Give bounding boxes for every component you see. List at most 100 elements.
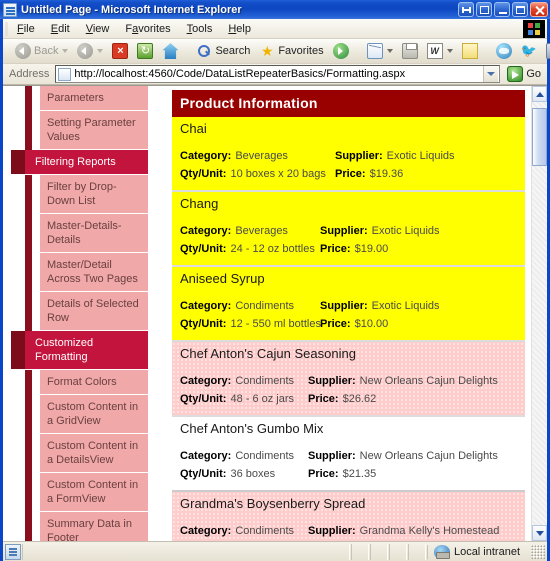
back-chevron-down-icon[interactable] xyxy=(62,49,69,53)
notes-icon xyxy=(461,43,478,59)
scrollbar-thumb[interactable] xyxy=(532,108,547,166)
product-name: Chai xyxy=(180,121,207,136)
menu-view[interactable]: View xyxy=(78,21,118,37)
sidebar-item-details-of-selected-row[interactable]: Details of Selected Row xyxy=(40,292,148,331)
bird-icon: 🐦 xyxy=(520,43,537,58)
menu-tools[interactable]: Tools xyxy=(179,21,221,37)
price-value: $10.00 xyxy=(354,318,389,330)
qty: Qty/Unit: 10 boxes x 20 bags xyxy=(180,166,335,182)
supplier-value: Exotic Liquids xyxy=(371,300,440,312)
qty-label: Qty/Unit: xyxy=(180,468,227,480)
category: Category: Beverages xyxy=(180,148,335,164)
mail-chevron-down-icon[interactable] xyxy=(386,49,393,53)
supplier-label: Supplier: xyxy=(320,300,368,312)
sidebar-item-custom-content-in-a-detailsview[interactable]: Custom Content in a DetailsView xyxy=(40,434,148,473)
category-value: Beverages xyxy=(235,225,288,237)
sidebar-item-summary-data-in-footer[interactable]: Summary Data in Footer xyxy=(40,512,148,541)
category-value: Condiments xyxy=(235,300,295,312)
go-label: Go xyxy=(526,68,541,80)
page-favicon-icon xyxy=(58,67,72,81)
forward-button[interactable] xyxy=(73,41,107,61)
product-row-qty-price: Qty/Unit: 10 boxes x 20 bags Price: $19.36 xyxy=(180,166,517,182)
sidebar-item-custom-content-in-a-formview[interactable]: Custom Content in a FormView xyxy=(40,473,148,512)
product-item: Chai Category: Beverages Supplier: Exotic Li… xyxy=(172,117,525,192)
forward-arrow-icon xyxy=(77,43,94,59)
window-buttons xyxy=(458,2,548,17)
stop-icon xyxy=(112,43,129,59)
favorites-button[interactable]: ★ Favorites xyxy=(255,41,327,61)
stop-button[interactable] xyxy=(108,41,132,61)
supplier-label: Supplier: xyxy=(308,375,356,387)
sidebar-item-parameters[interactable]: Parameters xyxy=(40,86,148,111)
media-button[interactable] xyxy=(329,41,353,61)
product-fields: Category: Condiments Supplier: New Orleans … xyxy=(180,373,517,407)
mail-button[interactable] xyxy=(363,41,397,61)
qty-label: Qty/Unit: xyxy=(180,393,227,405)
supplier-value: Exotic Liquids xyxy=(386,150,455,162)
search-button[interactable]: Search xyxy=(192,41,254,61)
window-button[interactable] xyxy=(476,2,492,17)
scroll-down-button[interactable] xyxy=(532,525,547,541)
forward-chevron-down-icon[interactable] xyxy=(97,49,104,53)
menu-file[interactable]: File xyxy=(9,21,43,37)
sidebar-item-filter-by-drop-down-list[interactable]: Filter by Drop-Down List xyxy=(40,175,148,214)
product-row-category-supplier: Category: Beverages Supplier: Exotic Liquid… xyxy=(180,148,517,164)
qty-value: 10 boxes x 20 bags xyxy=(230,168,326,180)
price-label: Price: xyxy=(308,468,339,480)
notes-button[interactable] xyxy=(458,41,482,61)
menu-bar: File Edit View Favorites Tools Help xyxy=(3,19,547,39)
supplier-label: Supplier: xyxy=(335,150,383,162)
edit-chevron-down-icon[interactable] xyxy=(446,49,453,53)
research-button[interactable] xyxy=(542,41,550,61)
qty-value: 12 - 550 ml bottles xyxy=(230,318,321,330)
price-value: $19.36 xyxy=(369,168,404,180)
sidebar-item-master-detail-across-two-pages[interactable]: Master/Detail Across Two Pages xyxy=(40,253,148,292)
status-pane-4 xyxy=(407,543,426,560)
go-button[interactable]: Go xyxy=(503,66,545,82)
back-button[interactable]: Back xyxy=(11,41,72,61)
menu-edit[interactable]: Edit xyxy=(43,21,78,37)
ie-window: Untitled Page - Microsoft Internet Explo… xyxy=(0,0,550,561)
security-zone[interactable]: Local intranet xyxy=(426,544,528,559)
category-label: Category: xyxy=(180,525,232,537)
supplier: Supplier: Grandma Kelly's Homestead xyxy=(308,523,499,539)
sidebar-item-master-details-details[interactable]: Master-Details-Details xyxy=(40,214,148,253)
menu-help[interactable]: Help xyxy=(220,21,259,37)
page-icon xyxy=(3,2,17,17)
vertical-scrollbar[interactable] xyxy=(531,86,547,541)
sidebar-item-custom-content-in-a-gridview[interactable]: Custom Content in a GridView xyxy=(40,395,148,434)
maximize-button[interactable] xyxy=(512,2,528,17)
category-label: Category: xyxy=(180,300,232,312)
address-chevron-down-icon[interactable] xyxy=(483,66,499,82)
scrollbar-track[interactable] xyxy=(532,102,547,525)
print-button[interactable] xyxy=(398,41,422,61)
product-row-category-supplier: Category: Condiments Supplier: New Orleans … xyxy=(180,448,517,464)
refresh-button[interactable] xyxy=(133,41,157,61)
menu-favorites[interactable]: Favorites xyxy=(117,21,178,37)
restore-group-button[interactable] xyxy=(458,2,474,17)
category: Category: Condiments xyxy=(180,373,308,389)
messenger-button[interactable] xyxy=(492,41,516,61)
product-list: Chai Category: Beverages Supplier: Exotic Li… xyxy=(172,117,525,541)
product-fields: Category: Beverages Supplier: Exotic Liquid… xyxy=(180,148,517,182)
bird-button[interactable]: 🐦 xyxy=(517,41,541,61)
price-value: $19.00 xyxy=(354,243,389,255)
product-row-category-supplier: Category: Beverages Supplier: Exotic Liquid… xyxy=(180,223,517,239)
address-bar: Address http://localhost:4560/Code/DataL… xyxy=(3,64,547,85)
home-button[interactable] xyxy=(158,41,182,61)
resize-grip[interactable] xyxy=(531,544,545,559)
sidebar-group-filtering-reports[interactable]: Filtering Reports xyxy=(11,150,148,175)
edit-button[interactable] xyxy=(423,41,457,61)
sidebar-item-setting-parameter-values[interactable]: Setting Parameter Values xyxy=(40,111,148,150)
close-button[interactable] xyxy=(530,2,548,17)
sidebar-item-format-colors[interactable]: Format Colors xyxy=(40,370,148,395)
qty-label: Qty/Unit: xyxy=(180,318,227,330)
address-input[interactable]: http://localhost:4560/Code/DataListRepea… xyxy=(55,65,501,83)
minimize-button[interactable] xyxy=(494,2,510,17)
intranet-zone-icon xyxy=(433,544,450,559)
product-row-qty-price: Qty/Unit: 48 - 6 oz jars Price: $26.62 xyxy=(180,391,517,407)
category-label: Category: xyxy=(180,450,232,462)
category-label: Category: xyxy=(180,150,232,162)
sidebar-group-customized-formatting[interactable]: Customized Formatting xyxy=(11,331,148,370)
scroll-up-button[interactable] xyxy=(532,86,547,102)
